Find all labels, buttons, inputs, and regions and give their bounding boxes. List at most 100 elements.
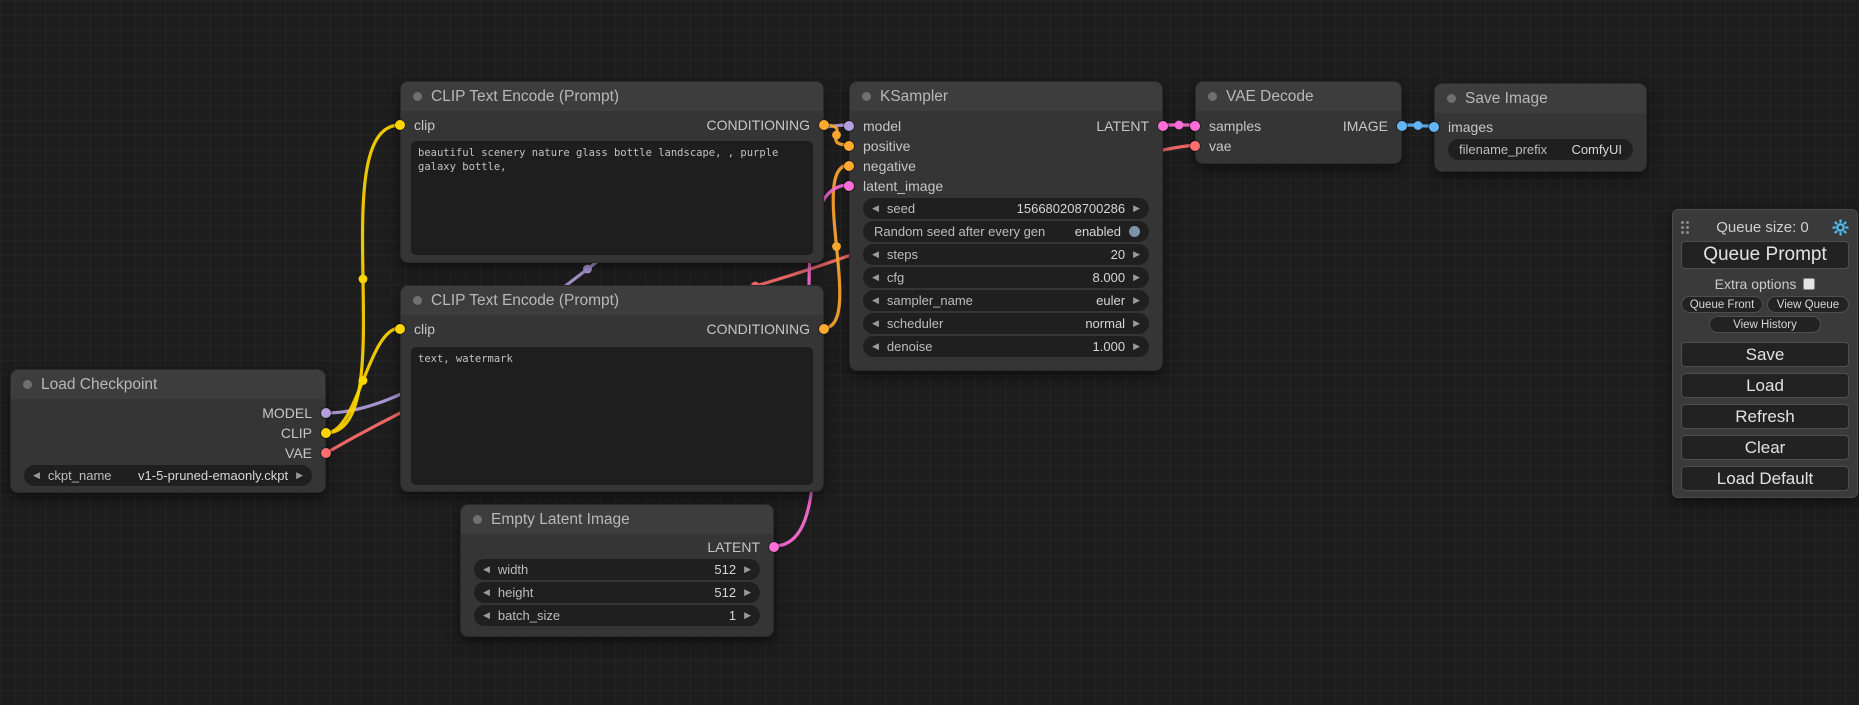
random-seed-toggle-widget[interactable]: Random seed after every gen enabled — [863, 221, 1149, 242]
node-title-label: KSampler — [880, 88, 948, 106]
ckpt-name-widget[interactable]: ◀ ckpt_name v1-5-pruned-emaonly.ckpt ▶ — [24, 465, 312, 486]
view-history-button[interactable]: View History — [1709, 316, 1821, 333]
settings-gear-icon[interactable] — [1832, 219, 1849, 236]
node-title-bar[interactable]: Save Image — [1435, 84, 1646, 113]
input-label: vae — [1209, 138, 1232, 154]
positive-prompt-textarea[interactable]: beautiful scenery nature glass bottle la… — [411, 141, 813, 255]
node-title-bar[interactable]: Empty Latent Image — [461, 505, 773, 534]
node-clip-text-encode-positive[interactable]: CLIP Text Encode (Prompt) clip CONDITION… — [400, 81, 824, 263]
clear-button[interactable]: Clear — [1681, 435, 1849, 460]
collapse-dot[interactable] — [1208, 92, 1217, 101]
steps-widget[interactable]: ◀ steps 20 ▶ — [863, 244, 1149, 265]
decrement-arrow-icon[interactable]: ◀ — [872, 204, 879, 213]
load-default-button[interactable]: Load Default — [1681, 466, 1849, 491]
node-graph-canvas[interactable]: Load Checkpoint MODEL CLIP VAE ◀ ckpt_na… — [0, 0, 1859, 705]
collapse-dot[interactable] — [23, 380, 32, 389]
decrement-arrow-icon[interactable]: ◀ — [872, 319, 879, 328]
widget-value: 1 — [729, 608, 736, 623]
load-button[interactable]: Load — [1681, 373, 1849, 398]
node-clip-text-encode-negative[interactable]: CLIP Text Encode (Prompt) clip CONDITION… — [400, 285, 824, 492]
cfg-widget[interactable]: ◀ cfg 8.000 ▶ — [863, 267, 1149, 288]
collapse-dot[interactable] — [1447, 94, 1456, 103]
denoise-widget[interactable]: ◀ denoise 1.000 ▶ — [863, 336, 1149, 357]
queue-actions-row: Queue Front View Queue — [1681, 296, 1849, 313]
filename-prefix-widget[interactable]: filename_prefix ComfyUI — [1448, 139, 1633, 160]
collapse-dot[interactable] — [413, 92, 422, 101]
increment-arrow-icon[interactable]: ▶ — [1133, 342, 1140, 351]
seed-widget[interactable]: ◀ seed 156680208700286 ▶ — [863, 198, 1149, 219]
node-ksampler[interactable]: KSampler model LATENT positive negative … — [849, 81, 1163, 371]
view-queue-button[interactable]: View Queue — [1767, 296, 1849, 313]
decrement-arrow-icon[interactable]: ◀ — [483, 611, 490, 620]
scheduler-widget[interactable]: ◀ scheduler normal ▶ — [863, 313, 1149, 334]
width-widget[interactable]: ◀ width 512 ▶ — [474, 559, 760, 580]
input-port-clip[interactable] — [395, 324, 405, 334]
decrement-arrow-icon[interactable]: ◀ — [872, 273, 879, 282]
output-port-vae[interactable] — [321, 448, 331, 458]
increment-arrow-icon[interactable]: ▶ — [744, 611, 751, 620]
negative-prompt-textarea[interactable]: text, watermark — [411, 347, 813, 485]
increment-arrow-icon[interactable]: ▶ — [1133, 296, 1140, 305]
batch-size-widget[interactable]: ◀ batch_size 1 ▶ — [474, 605, 760, 626]
decrement-arrow-icon[interactable]: ◀ — [872, 296, 879, 305]
output-port-model[interactable] — [321, 408, 331, 418]
collapse-dot[interactable] — [862, 92, 871, 101]
node-load-checkpoint[interactable]: Load Checkpoint MODEL CLIP VAE ◀ ckpt_na… — [10, 369, 326, 493]
toggle-knob[interactable] — [1129, 226, 1140, 237]
node-title-bar[interactable]: KSampler — [850, 82, 1162, 111]
queue-prompt-button[interactable]: Queue Prompt — [1681, 241, 1849, 269]
collapse-dot[interactable] — [473, 515, 482, 524]
node-title-bar[interactable]: CLIP Text Encode (Prompt) — [401, 82, 823, 111]
node-vae-decode[interactable]: VAE Decode samples IMAGE vae — [1195, 81, 1402, 164]
node-save-image[interactable]: Save Image images filename_prefix ComfyU… — [1434, 83, 1647, 172]
extra-options-row: Extra options — [1681, 275, 1849, 293]
increment-arrow-icon[interactable]: ▶ — [1133, 319, 1140, 328]
output-label: MODEL — [262, 405, 312, 421]
widget-value: 512 — [714, 562, 736, 577]
decrement-arrow-icon[interactable]: ◀ — [483, 565, 490, 574]
queue-front-button[interactable]: Queue Front — [1681, 296, 1763, 313]
input-port-samples[interactable] — [1190, 121, 1200, 131]
port-row: clip CONDITIONING — [401, 115, 823, 135]
node-title-label: CLIP Text Encode (Prompt) — [431, 88, 619, 106]
collapse-dot[interactable] — [413, 296, 422, 305]
node-empty-latent-image[interactable]: Empty Latent Image LATENT ◀ width 512 ▶ … — [460, 504, 774, 637]
decrement-arrow-icon[interactable]: ◀ — [872, 250, 879, 259]
save-button[interactable]: Save — [1681, 342, 1849, 367]
input-port-clip[interactable] — [395, 120, 405, 130]
decrement-arrow-icon[interactable]: ◀ — [872, 342, 879, 351]
increment-arrow-icon[interactable]: ▶ — [1133, 273, 1140, 282]
input-port-images[interactable] — [1429, 122, 1439, 132]
input-port-negative[interactable] — [844, 161, 854, 171]
drag-handle-icon[interactable] — [1681, 221, 1693, 234]
decrement-arrow-icon[interactable]: ◀ — [33, 471, 40, 480]
output-port-clip[interactable] — [321, 428, 331, 438]
node-title-bar[interactable]: Load Checkpoint — [11, 370, 325, 399]
sampler-name-widget[interactable]: ◀ sampler_name euler ▶ — [863, 290, 1149, 311]
increment-arrow-icon[interactable]: ▶ — [296, 471, 303, 480]
port-row: samples IMAGE — [1196, 116, 1401, 136]
output-port-image[interactable] — [1397, 121, 1407, 131]
node-title-bar[interactable]: VAE Decode — [1196, 82, 1401, 111]
comfy-menu-panel: Queue size: 0 Queue Prompt Extra options… — [1672, 209, 1858, 498]
output-port-conditioning[interactable] — [819, 324, 829, 334]
refresh-button[interactable]: Refresh — [1681, 404, 1849, 429]
input-port-vae[interactable] — [1190, 141, 1200, 151]
output-label: LATENT — [707, 539, 760, 555]
output-port-latent[interactable] — [1158, 121, 1168, 131]
increment-arrow-icon[interactable]: ▶ — [744, 565, 751, 574]
increment-arrow-icon[interactable]: ▶ — [1133, 204, 1140, 213]
height-widget[interactable]: ◀ height 512 ▶ — [474, 582, 760, 603]
widget-value: normal — [1085, 316, 1125, 331]
decrement-arrow-icon[interactable]: ◀ — [483, 588, 490, 597]
increment-arrow-icon[interactable]: ▶ — [744, 588, 751, 597]
menu-button-stack: Save Load Refresh Clear Load Default — [1681, 342, 1849, 491]
extra-options-checkbox[interactable] — [1803, 278, 1815, 290]
output-port-latent[interactable] — [769, 542, 779, 552]
node-title-bar[interactable]: CLIP Text Encode (Prompt) — [401, 286, 823, 315]
output-port-conditioning[interactable] — [819, 120, 829, 130]
input-port-latent-image[interactable] — [844, 181, 854, 191]
input-port-model[interactable] — [844, 121, 854, 131]
increment-arrow-icon[interactable]: ▶ — [1133, 250, 1140, 259]
input-port-positive[interactable] — [844, 141, 854, 151]
